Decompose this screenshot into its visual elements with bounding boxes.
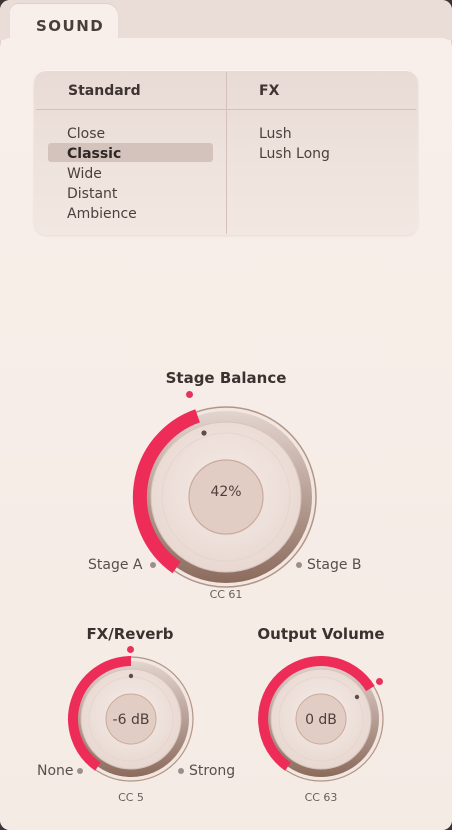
stage-balance-center-marker: [186, 391, 193, 398]
fx-none-label: None: [37, 763, 74, 779]
preset-lush[interactable]: Lush: [259, 124, 330, 144]
stage-balance-cc: CC 61: [209, 588, 243, 601]
fx-none-dot: [77, 768, 83, 774]
preset-classic[interactable]: Classic: [67, 144, 137, 164]
tab-sound[interactable]: SOUND: [10, 4, 118, 42]
stage-a-dot: [150, 562, 156, 568]
stage-balance-value: 42%: [210, 484, 242, 500]
preset-close[interactable]: Close: [67, 124, 137, 144]
fx-strong-dot: [178, 768, 184, 774]
fx-reverb-value: -6 dB: [112, 712, 150, 728]
fx-reverb-center-marker: [127, 646, 134, 653]
tab-sound-label: SOUND: [36, 17, 105, 35]
stage-balance-title: Stage Balance: [165, 369, 287, 387]
preset-lush-long[interactable]: Lush Long: [259, 144, 330, 164]
preset-ambience[interactable]: Ambience: [67, 204, 137, 224]
fx-reverb-cc: CC 5: [118, 791, 144, 804]
output-volume-pointer: [354, 694, 360, 700]
stage-balance-pointer: [201, 430, 207, 436]
stage-a-label: Stage A: [88, 557, 143, 573]
standard-column-header: Standard: [68, 83, 141, 99]
sound-panel: SOUND Standard FX Close Classic Wide Dis…: [0, 0, 452, 830]
header-divider: [36, 109, 416, 110]
fx-column-header: FX: [259, 83, 280, 99]
stage-balance-knob[interactable]: [131, 405, 321, 595]
column-divider: [226, 72, 227, 234]
output-volume-value: 0 dB: [305, 712, 337, 728]
fx-strong-label: Strong: [189, 763, 236, 779]
standard-preset-list: Close Classic Wide Distant Ambience: [67, 124, 137, 224]
fx-preset-list: Lush Lush Long: [259, 124, 330, 164]
stage-b-label: Stage B: [307, 557, 362, 573]
stage-b-dot: [296, 562, 302, 568]
fx-reverb-title: FX/Reverb: [86, 625, 174, 643]
fx-reverb-pointer: [128, 673, 134, 679]
output-volume-title: Output Volume: [257, 625, 385, 643]
preset-distant[interactable]: Distant: [67, 184, 137, 204]
preset-wide[interactable]: Wide: [67, 164, 137, 184]
output-volume-cc: CC 63: [304, 791, 338, 804]
